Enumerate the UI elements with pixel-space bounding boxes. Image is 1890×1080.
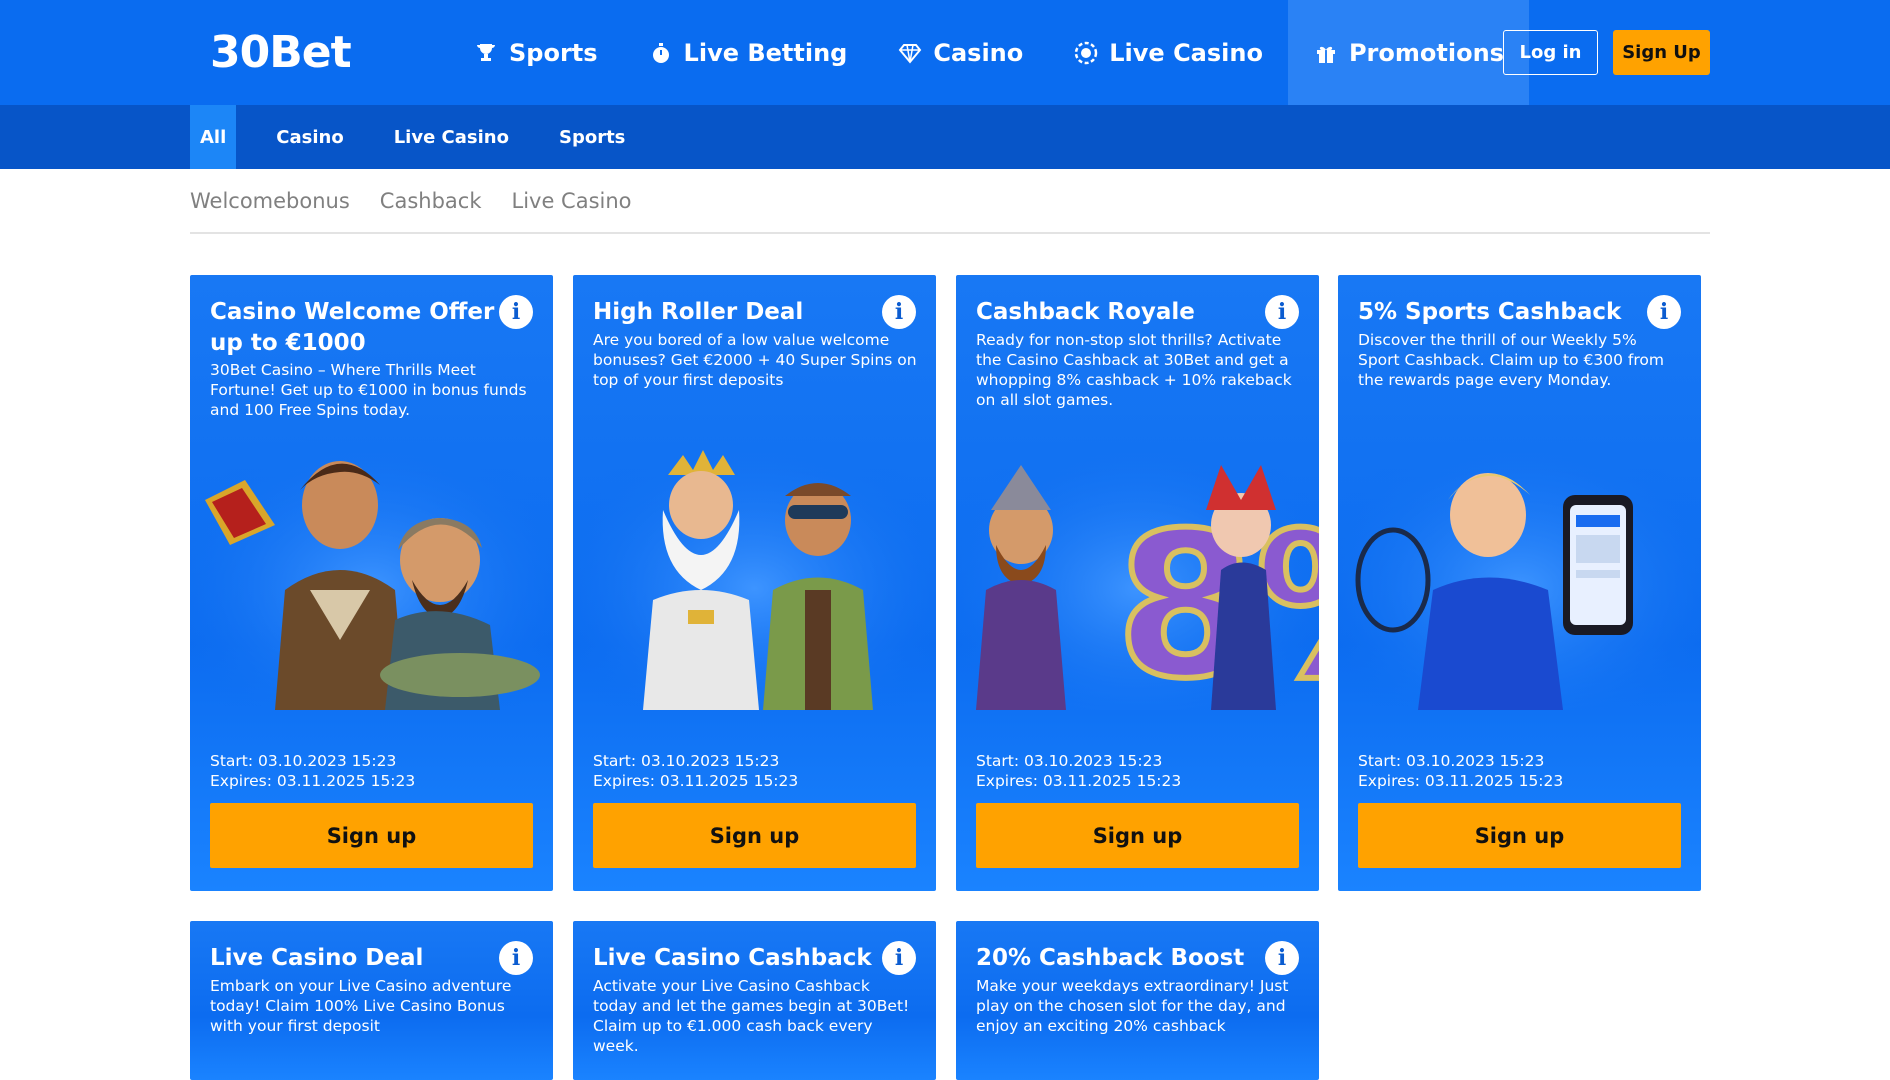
nav-label-sports: Sports (509, 38, 598, 67)
info-icon[interactable]: i (882, 295, 916, 329)
promo-start-date: Start: 03.10.2023 15:23 (210, 752, 397, 770)
promo-description: 30Bet Casino – Where Thrills Meet Fortun… (210, 361, 527, 419)
promo-expiry-date: Expires: 03.11.2025 15:23 (1358, 772, 1564, 790)
tab-sports[interactable]: Sports (538, 105, 646, 169)
filters-divider (190, 232, 1710, 234)
promo-title: Live Casino Cashback (593, 945, 872, 971)
promo-title: 20% Cashback Boost (976, 945, 1245, 971)
filter-cashback[interactable]: Cashback (380, 186, 482, 216)
promo-start-date: Start: 03.10.2023 15:23 (1358, 752, 1545, 770)
promo-title: 5% Sports Cashback (1358, 299, 1622, 325)
info-icon[interactable]: i (882, 941, 916, 975)
promo-description: Are you bored of a low value welcome bon… (593, 331, 917, 389)
promo-description: Activate your Live Casino Cashback today… (593, 977, 910, 1055)
promo-description: Discover the thrill of our Weekly 5% Spo… (1358, 331, 1664, 389)
main-nav: Sports Live Betting Casino Live Casino P… (448, 0, 1529, 105)
promo-description: Embark on your Live Casino adventure tod… (210, 977, 512, 1035)
nav-label-casino: Casino (933, 38, 1024, 67)
promo-title: Live Casino Deal (210, 945, 424, 971)
promo-description: Ready for non-stop slot thrills? Activat… (976, 331, 1292, 409)
promo-card-cashback-royale: Cashback Royale i Ready for non-stop slo… (956, 275, 1319, 891)
promo-card-live-casino-cashback: Live Casino Cashback i Activate your Liv… (573, 921, 936, 1080)
promo-dates: Start: 03.10.2023 15:23 Expires: 03.11.2… (1358, 751, 1563, 791)
promo-card-cashback-boost: 20% Cashback Boost i Make your weekdays … (956, 921, 1319, 1080)
promo-card-casino-welcome: Casino Welcome Offer up to €1000 i 30Bet… (190, 275, 553, 891)
promo-expiry-date: Expires: 03.11.2025 15:23 (593, 772, 799, 790)
promo-dates: Start: 03.10.2023 15:23 Expires: 03.11.2… (210, 751, 415, 791)
gift-icon (1313, 40, 1339, 66)
promo-signup-button[interactable]: Sign up (210, 803, 533, 868)
promo-dates: Start: 03.10.2023 15:23 Expires: 03.11.2… (976, 751, 1181, 791)
promo-description: Make your weekdays extraordinary! Just p… (976, 977, 1289, 1035)
top-navigation-bar: 30Bet Sports Live Betting Casino Live Ca… (0, 0, 1890, 105)
promo-title: High Roller Deal (593, 299, 804, 325)
filter-welcomebonus[interactable]: Welcomebonus (190, 186, 350, 216)
nav-item-sports[interactable]: Sports (448, 0, 623, 105)
promo-dates: Start: 03.10.2023 15:23 Expires: 03.11.2… (593, 751, 798, 791)
info-icon[interactable]: i (1647, 295, 1681, 329)
poker-chip-icon (1073, 40, 1099, 66)
promo-card-live-casino-deal: Live Casino Deal i Embark on your Live C… (190, 921, 553, 1080)
promotion-filters: Welcomebonus Cashback Live Casino (190, 186, 662, 216)
tab-live-casino[interactable]: Live Casino (373, 105, 530, 169)
nav-item-casino[interactable]: Casino (872, 0, 1048, 105)
signup-button[interactable]: Sign Up (1613, 30, 1710, 75)
trophy-icon (473, 40, 499, 66)
filter-live-casino[interactable]: Live Casino (512, 186, 632, 216)
promo-expiry-date: Expires: 03.11.2025 15:23 (976, 772, 1182, 790)
nav-label-live-betting: Live Betting (683, 38, 848, 67)
info-icon[interactable]: i (499, 295, 533, 329)
promo-card-high-roller: High Roller Deal i Are you bored of a lo… (573, 275, 936, 891)
promo-signup-button[interactable]: Sign up (1358, 803, 1681, 868)
site-logo[interactable]: 30Bet (210, 28, 352, 78)
promo-signup-button[interactable]: Sign up (593, 803, 916, 868)
promo-illustration-zeus-adventurer (573, 440, 936, 710)
nav-item-promotions[interactable]: Promotions (1287, 0, 1529, 105)
promo-illustration-8-percent: 8% (956, 440, 1319, 710)
nav-item-live-betting[interactable]: Live Betting (623, 0, 873, 105)
nav-label-promotions: Promotions (1348, 38, 1504, 67)
promo-start-date: Start: 03.10.2023 15:23 (593, 752, 780, 770)
nav-label-live-casino: Live Casino (1109, 38, 1263, 67)
promo-start-date: Start: 03.10.2023 15:23 (976, 752, 1163, 770)
info-icon[interactable]: i (1265, 295, 1299, 329)
promo-title: Casino Welcome Offer up to €1000 (210, 299, 495, 356)
tab-casino[interactable]: Casino (255, 105, 364, 169)
category-tabs-bar: All Casino Live Casino Sports (0, 105, 1890, 169)
login-button[interactable]: Log in (1503, 30, 1598, 75)
info-icon[interactable]: i (1265, 941, 1299, 975)
promo-signup-button[interactable]: Sign up (976, 803, 1299, 868)
promo-illustration-adventurers (190, 440, 553, 710)
nav-item-live-casino[interactable]: Live Casino (1048, 0, 1288, 105)
promo-expiry-date: Expires: 03.11.2025 15:23 (210, 772, 416, 790)
diamond-icon (897, 40, 923, 66)
promo-card-sports-cashback: 5% Sports Cashback i Discover the thrill… (1338, 275, 1701, 891)
stopwatch-icon (648, 40, 674, 66)
promo-illustration-tennis-player (1338, 440, 1701, 710)
tab-all[interactable]: All (190, 105, 237, 169)
info-icon[interactable]: i (499, 941, 533, 975)
promo-title: Cashback Royale (976, 299, 1195, 325)
